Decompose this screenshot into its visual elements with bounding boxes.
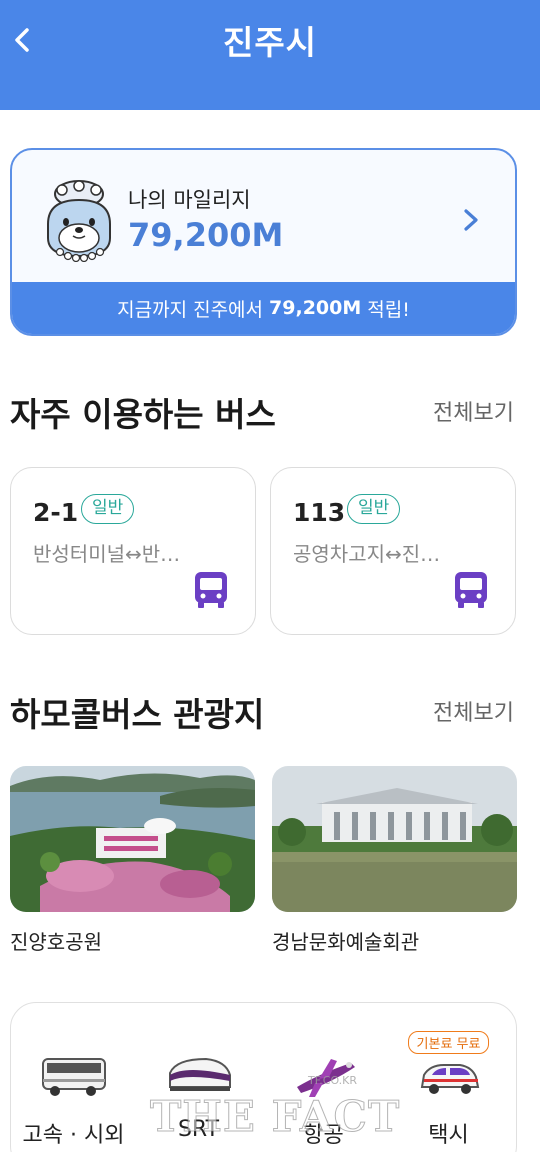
mascot-icon bbox=[47, 180, 111, 262]
mileage-label: 나의 마일리지 bbox=[128, 188, 251, 212]
app-header: 진주시 bbox=[0, 0, 540, 110]
taxi-button[interactable]: 기본료 무료 택시 bbox=[386, 1003, 511, 1152]
taxi-label: 택시 bbox=[428, 1123, 469, 1148]
mileage-summary: 지금까지 진주에서 79,200M 적립! bbox=[12, 282, 515, 334]
tour-spot-card[interactable]: 진양호공원 bbox=[10, 766, 255, 955]
tour-spot-photo bbox=[10, 766, 255, 912]
chevron-right-icon[interactable] bbox=[459, 206, 483, 234]
mileage-summary-suffix: 적립! bbox=[367, 298, 410, 321]
bus-card[interactable]: 113 일반 공영차고지↔진… bbox=[270, 467, 516, 635]
tour-title: 하모콜버스 관광지 bbox=[10, 695, 265, 734]
express-bus-icon bbox=[41, 1058, 106, 1096]
bus-type-badge: 일반 bbox=[81, 494, 135, 524]
frequent-bus-title: 자주 이용하는 버스 bbox=[10, 395, 276, 434]
tour-see-all-link[interactable]: 전체보기 bbox=[433, 695, 514, 727]
taxi-free-fare-badge: 기본료 무료 bbox=[407, 1031, 490, 1054]
bus-card[interactable]: 2-1 일반 반성터미널↔반… bbox=[10, 467, 256, 635]
taxi-icon bbox=[420, 1064, 479, 1094]
mileage-summary-amount: 79,200M bbox=[269, 297, 362, 319]
tour-spot-card[interactable]: 경남문화예술회관 bbox=[272, 766, 517, 955]
express-bus-label: 고속 · 시외 bbox=[22, 1123, 125, 1148]
bus-number: 2-1 bbox=[33, 498, 79, 527]
tour-spot-photo bbox=[272, 766, 517, 912]
bus-number: 113 bbox=[293, 498, 346, 527]
tour-spot-name: 진양호공원 bbox=[10, 930, 102, 954]
frequent-bus-see-all-link[interactable]: 전체보기 bbox=[433, 395, 514, 427]
bus-icon bbox=[455, 572, 487, 608]
watermark: THE FACT bbox=[149, 1092, 401, 1142]
bus-icon bbox=[195, 572, 227, 608]
bus-route: 반성터미널↔반… bbox=[33, 542, 181, 566]
tour-spot-name: 경남문화예술회관 bbox=[272, 930, 420, 954]
mileage-summary-prefix: 지금까지 진주에서 bbox=[117, 298, 264, 321]
mileage-card[interactable]: 나의 마일리지 79,200M 지금까지 진주에서 79,200M 적립! bbox=[10, 148, 517, 336]
mileage-value: 79,200M bbox=[128, 216, 284, 254]
express-bus-button[interactable]: 고속 · 시외 bbox=[11, 1003, 136, 1152]
watermark-url: TF.CO.KR bbox=[308, 1074, 358, 1087]
bus-route: 공영차고지↔진… bbox=[293, 542, 441, 566]
page-title: 진주시 bbox=[222, 23, 318, 62]
bus-type-badge: 일반 bbox=[347, 494, 401, 524]
